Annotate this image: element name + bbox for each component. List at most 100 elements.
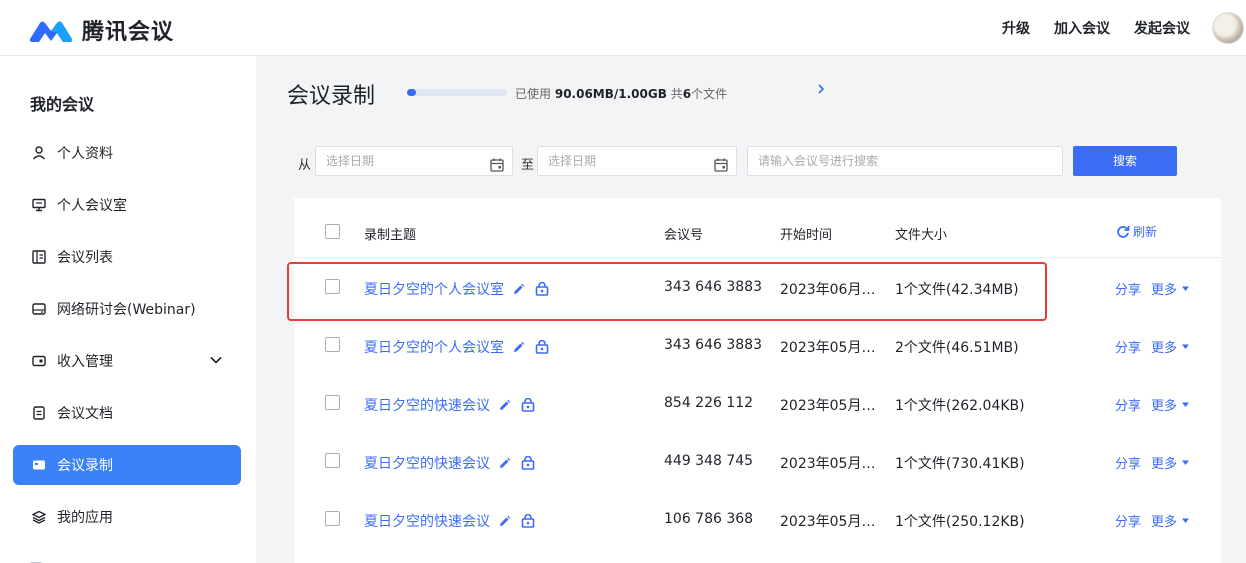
usage-suffix: 个文件: [691, 87, 728, 101]
search-button[interactable]: 搜索: [1073, 146, 1177, 176]
sidebar-item-revenue[interactable]: 收入管理: [13, 341, 241, 381]
more-label: 更多: [1151, 283, 1178, 298]
sidebar-item-profile[interactable]: 个人资料: [13, 133, 241, 173]
sidebar: 我的会议 个人资料 个人会议室 会议列表 网络研讨会(Webinar) 收入管理: [0, 56, 256, 563]
select-all-checkbox[interactable]: [325, 224, 340, 239]
start-date-placeholder: 选择日期: [326, 154, 375, 168]
storage-usage-fill: [407, 89, 416, 96]
page-title: 会议录制: [287, 84, 376, 109]
recording-topic[interactable]: 夏日夕空的个人会议室: [364, 337, 549, 357]
more-label: 更多: [1151, 515, 1178, 530]
from-label: 从: [298, 158, 312, 173]
more-dropdown[interactable]: 更多: [1151, 511, 1190, 530]
start-time: 2023年05月…: [780, 398, 876, 414]
row-actions: 分享 更多: [1115, 337, 1190, 356]
row-actions: 分享 更多: [1115, 453, 1190, 472]
usage-prefix: 已使用: [515, 87, 552, 101]
edit-pencil-icon[interactable]: [512, 341, 525, 354]
start-meeting-link[interactable]: 发起会议: [1134, 18, 1190, 38]
sidebar-item-label: 会议列表: [57, 250, 113, 266]
recording-topic[interactable]: 夏日夕空的快速会议: [364, 511, 535, 531]
file-size: 1个文件(262.04KB): [895, 398, 1025, 414]
file-count: 6: [682, 87, 692, 101]
share-link[interactable]: 分享: [1115, 395, 1141, 414]
sidebar-item-meeting-list[interactable]: 会议列表: [13, 237, 241, 277]
lock-icon[interactable]: [521, 398, 535, 412]
caret-down-icon: [1181, 284, 1190, 293]
table-row: 夏日夕空的快速会议 854 226 112 2023年05月… 1个文件(262.04…: [294, 374, 1221, 432]
list-icon: [31, 249, 47, 265]
recording-topic[interactable]: 夏日夕空的快速会议: [364, 453, 535, 473]
meeting-id-search-input[interactable]: 请输入会议号进行搜索: [747, 146, 1063, 176]
meeting-id: 106 786 368: [664, 511, 754, 527]
document-icon: [31, 405, 47, 421]
recordings-table: 录制主题 会议号 开始时间 文件大小 刷新 夏日夕空的个人会议室 343 646 …: [294, 198, 1221, 563]
more-dropdown[interactable]: 更多: [1151, 337, 1190, 356]
room-icon: [31, 197, 47, 213]
sidebar-item-label: 个人会议室: [57, 198, 127, 214]
sidebar-item-label: 收入管理: [57, 354, 113, 370]
row-checkbox[interactable]: [325, 337, 340, 352]
recording-topic-link[interactable]: 夏日夕空的快速会议: [364, 395, 490, 415]
recording-topic-link[interactable]: 夏日夕空的快速会议: [364, 511, 490, 531]
recording-icon: [31, 457, 47, 473]
header-file-size: 文件大小: [895, 228, 948, 243]
logo[interactable]: 腾讯会议: [28, 14, 174, 46]
recording-topic[interactable]: 夏日夕空的快速会议: [364, 395, 535, 415]
share-link[interactable]: 分享: [1115, 279, 1141, 298]
more-dropdown[interactable]: 更多: [1151, 395, 1190, 414]
table-header: 录制主题 会议号 开始时间 文件大小 刷新: [294, 198, 1221, 258]
lock-icon[interactable]: [535, 340, 549, 354]
sidebar-item-label: 网络研讨会(Webinar): [57, 302, 196, 318]
sidebar-item-documents[interactable]: 会议文档: [13, 393, 241, 433]
calendar-icon: [714, 154, 728, 182]
share-link[interactable]: 分享: [1115, 511, 1141, 530]
share-link[interactable]: 分享: [1115, 453, 1141, 472]
end-date-input[interactable]: 选择日期: [537, 146, 737, 176]
layers-icon: [31, 509, 47, 525]
file-size: 1个文件(730.41KB): [895, 456, 1025, 472]
upgrade-link[interactable]: 升级: [1002, 18, 1030, 38]
sidebar-item-personal-room[interactable]: 个人会议室: [13, 185, 241, 225]
chevron-down-icon[interactable]: [209, 353, 223, 371]
row-checkbox[interactable]: [325, 511, 340, 526]
header-meeting-id: 会议号: [664, 228, 704, 243]
start-time: 2023年05月…: [780, 456, 876, 472]
edit-pencil-icon[interactable]: [498, 457, 511, 470]
more-dropdown[interactable]: 更多: [1151, 453, 1190, 472]
sidebar-item-apps[interactable]: 我的应用: [13, 497, 241, 537]
start-time: 2023年05月…: [780, 340, 876, 356]
row-actions: 分享 更多: [1115, 511, 1190, 530]
row-checkbox[interactable]: [325, 395, 340, 410]
row-checkbox[interactable]: [325, 453, 340, 468]
more-dropdown[interactable]: 更多: [1151, 279, 1190, 298]
share-link[interactable]: 分享: [1115, 337, 1141, 356]
storage-usage-bar: [407, 89, 507, 96]
join-meeting-link[interactable]: 加入会议: [1054, 18, 1110, 38]
row-actions: 分享 更多: [1115, 395, 1190, 414]
caret-down-icon: [1181, 516, 1190, 525]
sidebar-item-label: 会议录制: [57, 458, 113, 474]
start-date-input[interactable]: 选择日期: [315, 146, 513, 176]
lock-icon[interactable]: [521, 456, 535, 470]
table-row: 夏日夕空的快速会议 106 786 368 2023年05月… 1个文件(250.12…: [294, 490, 1221, 548]
recording-topic-link[interactable]: 夏日夕空的快速会议: [364, 453, 490, 473]
top-bar: 腾讯会议 升级 加入会议 发起会议: [0, 0, 1246, 56]
meeting-id: 343 646 3883: [664, 337, 762, 353]
recording-topic-link[interactable]: 夏日夕空的个人会议室: [364, 337, 504, 357]
meeting-id: 854 226 112: [664, 395, 754, 411]
end-date-placeholder: 选择日期: [548, 154, 597, 168]
sidebar-item-label: 我的应用: [57, 510, 113, 526]
edit-pencil-icon[interactable]: [498, 399, 511, 412]
sidebar-item-recording[interactable]: 会议录制: [13, 445, 241, 485]
lock-icon[interactable]: [521, 514, 535, 528]
refresh-button[interactable]: 刷新: [1116, 223, 1157, 240]
edit-pencil-icon[interactable]: [498, 515, 511, 528]
more-label: 更多: [1151, 457, 1178, 472]
file-size: 2个文件(46.51MB): [895, 340, 1019, 356]
chevron-right-icon[interactable]: [816, 83, 826, 99]
wallet-icon: [31, 353, 47, 369]
sidebar-partial-item-icon: [30, 562, 42, 563]
avatar[interactable]: [1212, 12, 1244, 44]
sidebar-item-webinar[interactable]: 网络研讨会(Webinar): [13, 289, 241, 329]
